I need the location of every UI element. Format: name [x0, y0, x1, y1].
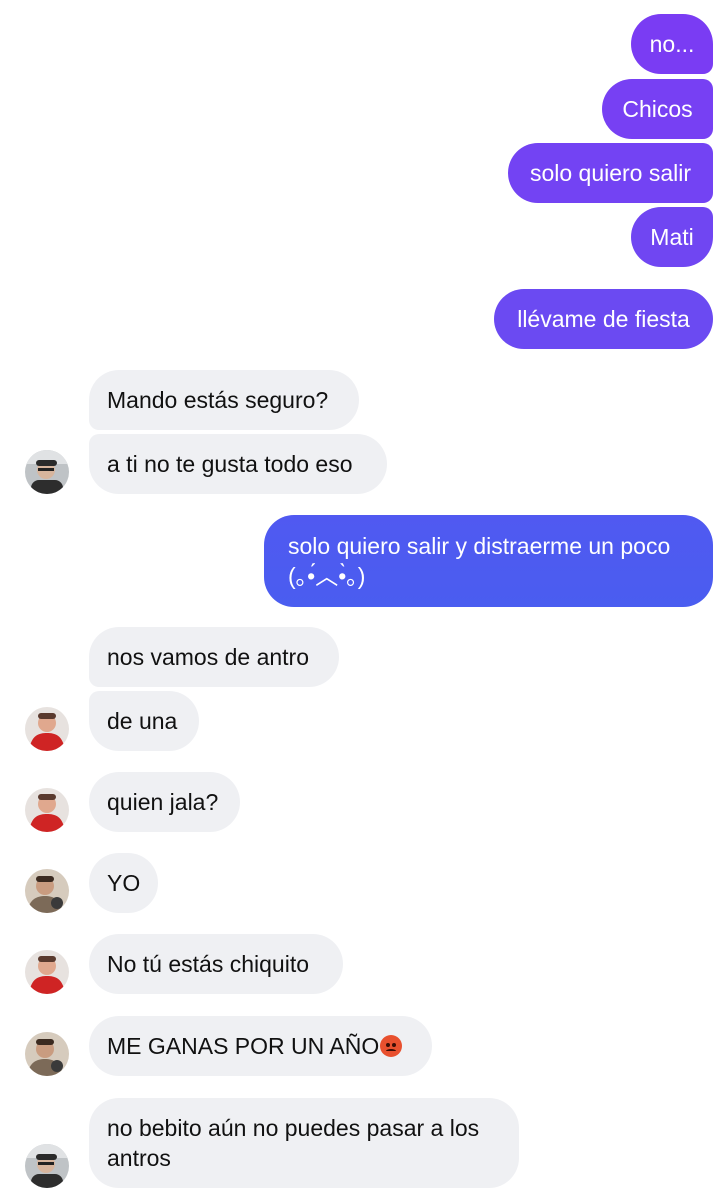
- outgoing-message[interactable]: solo quiero salir y distraerme un poco (…: [264, 515, 713, 607]
- incoming-message[interactable]: a ti no te gusta todo eso: [89, 434, 387, 494]
- message-text-line: solo quiero salir y distraerme un poco: [288, 533, 671, 559]
- outgoing-message[interactable]: Mati: [631, 207, 713, 267]
- message-text: a ti no te gusta todo eso: [107, 451, 353, 477]
- outgoing-message[interactable]: solo quiero salir: [508, 143, 713, 203]
- message-text: Mati: [650, 224, 694, 250]
- message-text: No tú estás chiquito: [107, 951, 310, 977]
- avatar[interactable]: [25, 1144, 69, 1188]
- outgoing-message[interactable]: Chicos: [602, 79, 713, 139]
- avatar-image: [25, 450, 69, 494]
- avatar-image: [25, 1032, 69, 1076]
- incoming-message[interactable]: No tú estás chiquito: [89, 934, 343, 994]
- message-text: ME GANAS POR UN AÑO: [107, 1033, 380, 1059]
- avatar-image: [25, 869, 69, 913]
- message-text: llévame de fiesta: [517, 306, 690, 332]
- incoming-message[interactable]: YO: [89, 853, 158, 913]
- incoming-message[interactable]: quien jala?: [89, 772, 240, 832]
- message-text-line: antros: [107, 1145, 171, 1171]
- avatar[interactable]: [25, 707, 69, 751]
- message-text-line: (｡•́︿•̀｡): [288, 563, 366, 589]
- avatar-image: [25, 707, 69, 751]
- message-text: solo quiero salir: [529, 160, 692, 186]
- message-text: Mando estás seguro?: [107, 387, 329, 413]
- avatar[interactable]: [25, 450, 69, 494]
- incoming-message[interactable]: de una: [89, 691, 199, 751]
- message-text: no...: [649, 31, 695, 57]
- message-text-line: no bebito aún no puedes pasar a los: [107, 1115, 480, 1141]
- avatar[interactable]: [25, 788, 69, 832]
- incoming-message[interactable]: ME GANAS POR UN AÑO: [89, 1016, 432, 1076]
- avatar-image: [25, 950, 69, 994]
- avatar[interactable]: [25, 1032, 69, 1076]
- message-text: YO: [107, 870, 141, 896]
- incoming-message[interactable]: Mando estás seguro?: [89, 370, 359, 430]
- message-text: Chicos: [622, 96, 693, 122]
- message-text: de una: [107, 708, 178, 734]
- message-text: nos vamos de antro: [107, 644, 310, 670]
- avatar-image: [25, 1144, 69, 1188]
- avatar[interactable]: [25, 869, 69, 913]
- message-text: quien jala?: [107, 789, 219, 815]
- avatar-image: [25, 788, 69, 832]
- angry-face-emoji: [380, 1035, 403, 1057]
- avatar[interactable]: [25, 950, 69, 994]
- outgoing-message[interactable]: llévame de fiesta: [494, 289, 713, 349]
- incoming-message[interactable]: no bebito aún no puedes pasar a los antr…: [89, 1098, 519, 1188]
- incoming-message[interactable]: nos vamos de antro: [89, 627, 339, 687]
- outgoing-message[interactable]: no...: [631, 14, 713, 74]
